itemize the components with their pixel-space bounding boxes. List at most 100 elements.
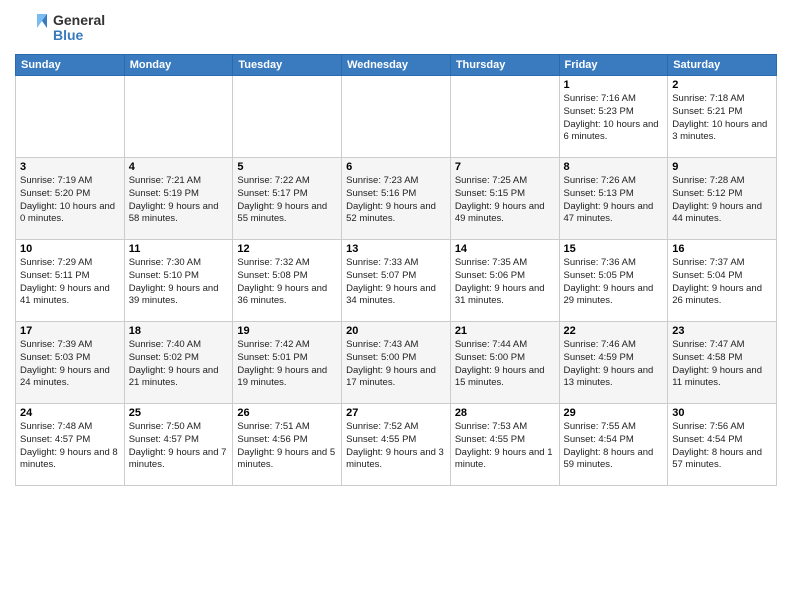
day-number: 28	[455, 407, 555, 419]
day-number: 7	[455, 161, 555, 173]
calendar-cell: 18 Sunrise: 7:40 AM Sunset: 5:02 PM Dayli…	[124, 322, 233, 404]
day-number: 22	[564, 325, 664, 337]
calendar-week-row: 1 Sunrise: 7:16 AM Sunset: 5:23 PM Daylig…	[16, 76, 777, 158]
day-number: 3	[20, 161, 120, 173]
day-info: Sunrise: 7:22 AM Sunset: 5:17 PM Dayligh…	[237, 175, 337, 226]
day-number: 4	[129, 161, 229, 173]
calendar-cell: 11 Sunrise: 7:30 AM Sunset: 5:10 PM Dayli…	[124, 240, 233, 322]
weekday-header: Friday	[559, 55, 668, 76]
calendar-cell: 6 Sunrise: 7:23 AM Sunset: 5:16 PM Daylig…	[342, 158, 451, 240]
day-info: Sunrise: 7:23 AM Sunset: 5:16 PM Dayligh…	[346, 175, 446, 226]
calendar-cell: 28 Sunrise: 7:53 AM Sunset: 4:55 PM Dayli…	[450, 404, 559, 486]
day-number: 13	[346, 243, 446, 255]
day-info: Sunrise: 7:42 AM Sunset: 5:01 PM Dayligh…	[237, 339, 337, 390]
calendar-cell: 9 Sunrise: 7:28 AM Sunset: 5:12 PM Daylig…	[668, 158, 777, 240]
calendar-cell: 15 Sunrise: 7:36 AM Sunset: 5:05 PM Dayli…	[559, 240, 668, 322]
day-number: 11	[129, 243, 229, 255]
calendar-cell: 14 Sunrise: 7:35 AM Sunset: 5:06 PM Dayli…	[450, 240, 559, 322]
calendar-week-row: 3 Sunrise: 7:19 AM Sunset: 5:20 PM Daylig…	[16, 158, 777, 240]
day-number: 16	[672, 243, 772, 255]
weekday-header: Tuesday	[233, 55, 342, 76]
day-number: 29	[564, 407, 664, 419]
logo-text-general: General	[53, 13, 105, 28]
calendar-cell: 22 Sunrise: 7:46 AM Sunset: 4:59 PM Dayli…	[559, 322, 668, 404]
calendar-cell: 7 Sunrise: 7:25 AM Sunset: 5:15 PM Daylig…	[450, 158, 559, 240]
calendar-cell: 16 Sunrise: 7:37 AM Sunset: 5:04 PM Dayli…	[668, 240, 777, 322]
logo-bird-icon	[15, 10, 51, 46]
day-info: Sunrise: 7:25 AM Sunset: 5:15 PM Dayligh…	[455, 175, 555, 226]
calendar-cell: 21 Sunrise: 7:44 AM Sunset: 5:00 PM Dayli…	[450, 322, 559, 404]
calendar-cell	[342, 76, 451, 158]
day-info: Sunrise: 7:43 AM Sunset: 5:00 PM Dayligh…	[346, 339, 446, 390]
calendar-cell: 20 Sunrise: 7:43 AM Sunset: 5:00 PM Dayli…	[342, 322, 451, 404]
day-number: 26	[237, 407, 337, 419]
day-number: 15	[564, 243, 664, 255]
calendar-table: SundayMondayTuesdayWednesdayThursdayFrid…	[15, 54, 777, 486]
calendar-cell: 30 Sunrise: 7:56 AM Sunset: 4:54 PM Dayli…	[668, 404, 777, 486]
day-info: Sunrise: 7:28 AM Sunset: 5:12 PM Dayligh…	[672, 175, 772, 226]
day-number: 23	[672, 325, 772, 337]
day-number: 17	[20, 325, 120, 337]
day-number: 24	[20, 407, 120, 419]
calendar-cell: 17 Sunrise: 7:39 AM Sunset: 5:03 PM Dayli…	[16, 322, 125, 404]
day-number: 18	[129, 325, 229, 337]
calendar-week-row: 17 Sunrise: 7:39 AM Sunset: 5:03 PM Dayli…	[16, 322, 777, 404]
calendar-cell: 2 Sunrise: 7:18 AM Sunset: 5:21 PM Daylig…	[668, 76, 777, 158]
day-number: 2	[672, 79, 772, 91]
calendar-week-row: 10Sunrise: 7:29 AM Sunset: 5:11 PM Dayli…	[16, 240, 777, 322]
day-number: 14	[455, 243, 555, 255]
day-info: Sunrise: 7:47 AM Sunset: 4:58 PM Dayligh…	[672, 339, 772, 390]
calendar-cell: 29 Sunrise: 7:55 AM Sunset: 4:54 PM Dayli…	[559, 404, 668, 486]
day-info: Sunrise: 7:39 AM Sunset: 5:03 PM Dayligh…	[20, 339, 120, 390]
day-info: Sunrise: 7:30 AM Sunset: 5:10 PM Dayligh…	[129, 257, 229, 308]
day-info: Sunrise: 7:56 AM Sunset: 4:54 PM Dayligh…	[672, 421, 772, 472]
day-info: Sunrise: 7:21 AM Sunset: 5:19 PM Dayligh…	[129, 175, 229, 226]
day-info: Sunrise: 7:40 AM Sunset: 5:02 PM Dayligh…	[129, 339, 229, 390]
calendar-cell	[124, 76, 233, 158]
calendar-page: General Blue SundayMondayTuesdayWednesda…	[0, 0, 792, 612]
day-info: Sunrise: 7:52 AM Sunset: 4:55 PM Dayligh…	[346, 421, 446, 472]
day-info: Sunrise: 7:35 AM Sunset: 5:06 PM Dayligh…	[455, 257, 555, 308]
day-info: Sunrise: 7:53 AM Sunset: 4:55 PM Dayligh…	[455, 421, 555, 472]
day-number: 19	[237, 325, 337, 337]
calendar-cell: 10Sunrise: 7:29 AM Sunset: 5:11 PM Dayli…	[16, 240, 125, 322]
day-info: Sunrise: 7:55 AM Sunset: 4:54 PM Dayligh…	[564, 421, 664, 472]
day-info: Sunrise: 7:19 AM Sunset: 5:20 PM Dayligh…	[20, 175, 120, 226]
weekday-header: Thursday	[450, 55, 559, 76]
day-number: 8	[564, 161, 664, 173]
day-number: 1	[564, 79, 664, 91]
day-number: 6	[346, 161, 446, 173]
day-number: 21	[455, 325, 555, 337]
day-info: Sunrise: 7:37 AM Sunset: 5:04 PM Dayligh…	[672, 257, 772, 308]
calendar-week-row: 24Sunrise: 7:48 AM Sunset: 4:57 PM Dayli…	[16, 404, 777, 486]
day-number: 20	[346, 325, 446, 337]
calendar-cell: 3 Sunrise: 7:19 AM Sunset: 5:20 PM Daylig…	[16, 158, 125, 240]
day-info: Sunrise: 7:32 AM Sunset: 5:08 PM Dayligh…	[237, 257, 337, 308]
day-number: 9	[672, 161, 772, 173]
logo-text-blue: Blue	[53, 28, 105, 43]
calendar-cell: 24Sunrise: 7:48 AM Sunset: 4:57 PM Dayli…	[16, 404, 125, 486]
calendar-cell: 23 Sunrise: 7:47 AM Sunset: 4:58 PM Dayli…	[668, 322, 777, 404]
weekday-header: Monday	[124, 55, 233, 76]
day-info: Sunrise: 7:36 AM Sunset: 5:05 PM Dayligh…	[564, 257, 664, 308]
calendar-cell: 25Sunrise: 7:50 AM Sunset: 4:57 PM Dayli…	[124, 404, 233, 486]
day-info: Sunrise: 7:44 AM Sunset: 5:00 PM Dayligh…	[455, 339, 555, 390]
day-info: Sunrise: 7:51 AM Sunset: 4:56 PM Dayligh…	[237, 421, 337, 472]
day-info: Sunrise: 7:16 AM Sunset: 5:23 PM Dayligh…	[564, 93, 664, 144]
day-info: Sunrise: 7:26 AM Sunset: 5:13 PM Dayligh…	[564, 175, 664, 226]
day-info: Sunrise: 7:46 AM Sunset: 4:59 PM Dayligh…	[564, 339, 664, 390]
weekday-header-row: SundayMondayTuesdayWednesdayThursdayFrid…	[16, 55, 777, 76]
day-info: Sunrise: 7:33 AM Sunset: 5:07 PM Dayligh…	[346, 257, 446, 308]
day-number: 27	[346, 407, 446, 419]
page-header: General Blue	[15, 10, 777, 46]
calendar-cell	[233, 76, 342, 158]
day-info: Sunrise: 7:18 AM Sunset: 5:21 PM Dayligh…	[672, 93, 772, 144]
calendar-cell: 26 Sunrise: 7:51 AM Sunset: 4:56 PM Dayli…	[233, 404, 342, 486]
day-number: 12	[237, 243, 337, 255]
day-number: 30	[672, 407, 772, 419]
logo: General Blue	[15, 10, 105, 46]
calendar-cell: 8 Sunrise: 7:26 AM Sunset: 5:13 PM Daylig…	[559, 158, 668, 240]
day-number: 25	[129, 407, 229, 419]
calendar-cell	[16, 76, 125, 158]
day-info: Sunrise: 7:29 AM Sunset: 5:11 PM Dayligh…	[20, 257, 120, 308]
